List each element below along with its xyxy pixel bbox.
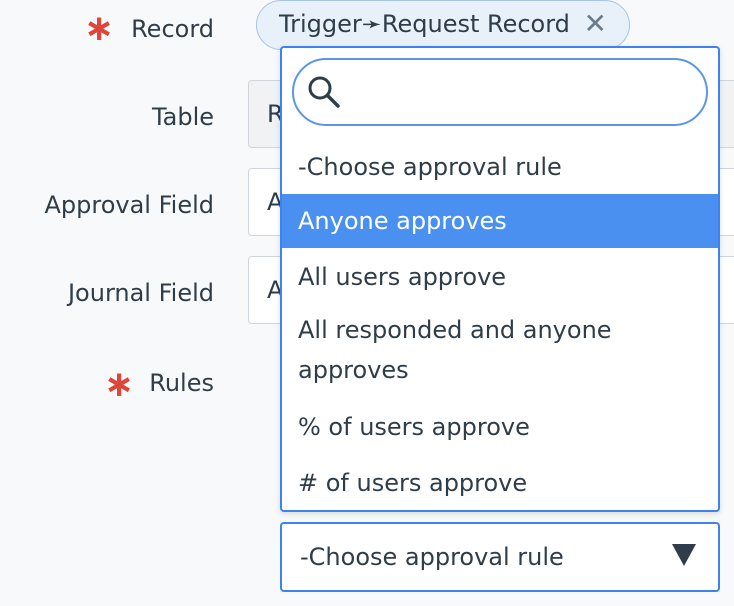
journal-field-label: Journal Field [67,279,214,307]
rules-select[interactable]: -Choose approval rule [280,522,720,592]
option-all-responded-anyone-approves[interactable]: All responded and anyone approves [282,310,652,390]
option-anyone-approves[interactable]: Anyone approves [282,194,718,248]
table-label: Table [151,103,214,131]
rules-select-value: -Choose approval rule [300,543,564,571]
search-box[interactable] [292,58,708,126]
option-choose-approval-rule[interactable]: -Choose approval rule [282,144,718,190]
option-percent-users-approve[interactable]: % of users approve [282,404,718,450]
required-icon: ∗ [104,364,135,405]
rules-label: Rules [149,369,214,397]
record-pill-text: Trigger➛Request Record [279,10,570,38]
record-label: Record [131,15,214,43]
rules-dropdown: -Choose approval rule Anyone approves Al… [280,46,720,512]
option-all-users-approve[interactable]: All users approve [282,254,718,300]
search-icon [308,76,340,108]
approval-field-label: Approval Field [44,191,214,219]
required-icon: ∗ [84,8,115,49]
option-count-users-approve[interactable]: # of users approve [282,460,718,506]
search-input[interactable] [344,70,688,116]
close-icon[interactable]: ✕ [584,1,607,47]
caret-down-icon [672,544,696,566]
record-pill[interactable]: Trigger➛Request Record ✕ [256,0,630,50]
